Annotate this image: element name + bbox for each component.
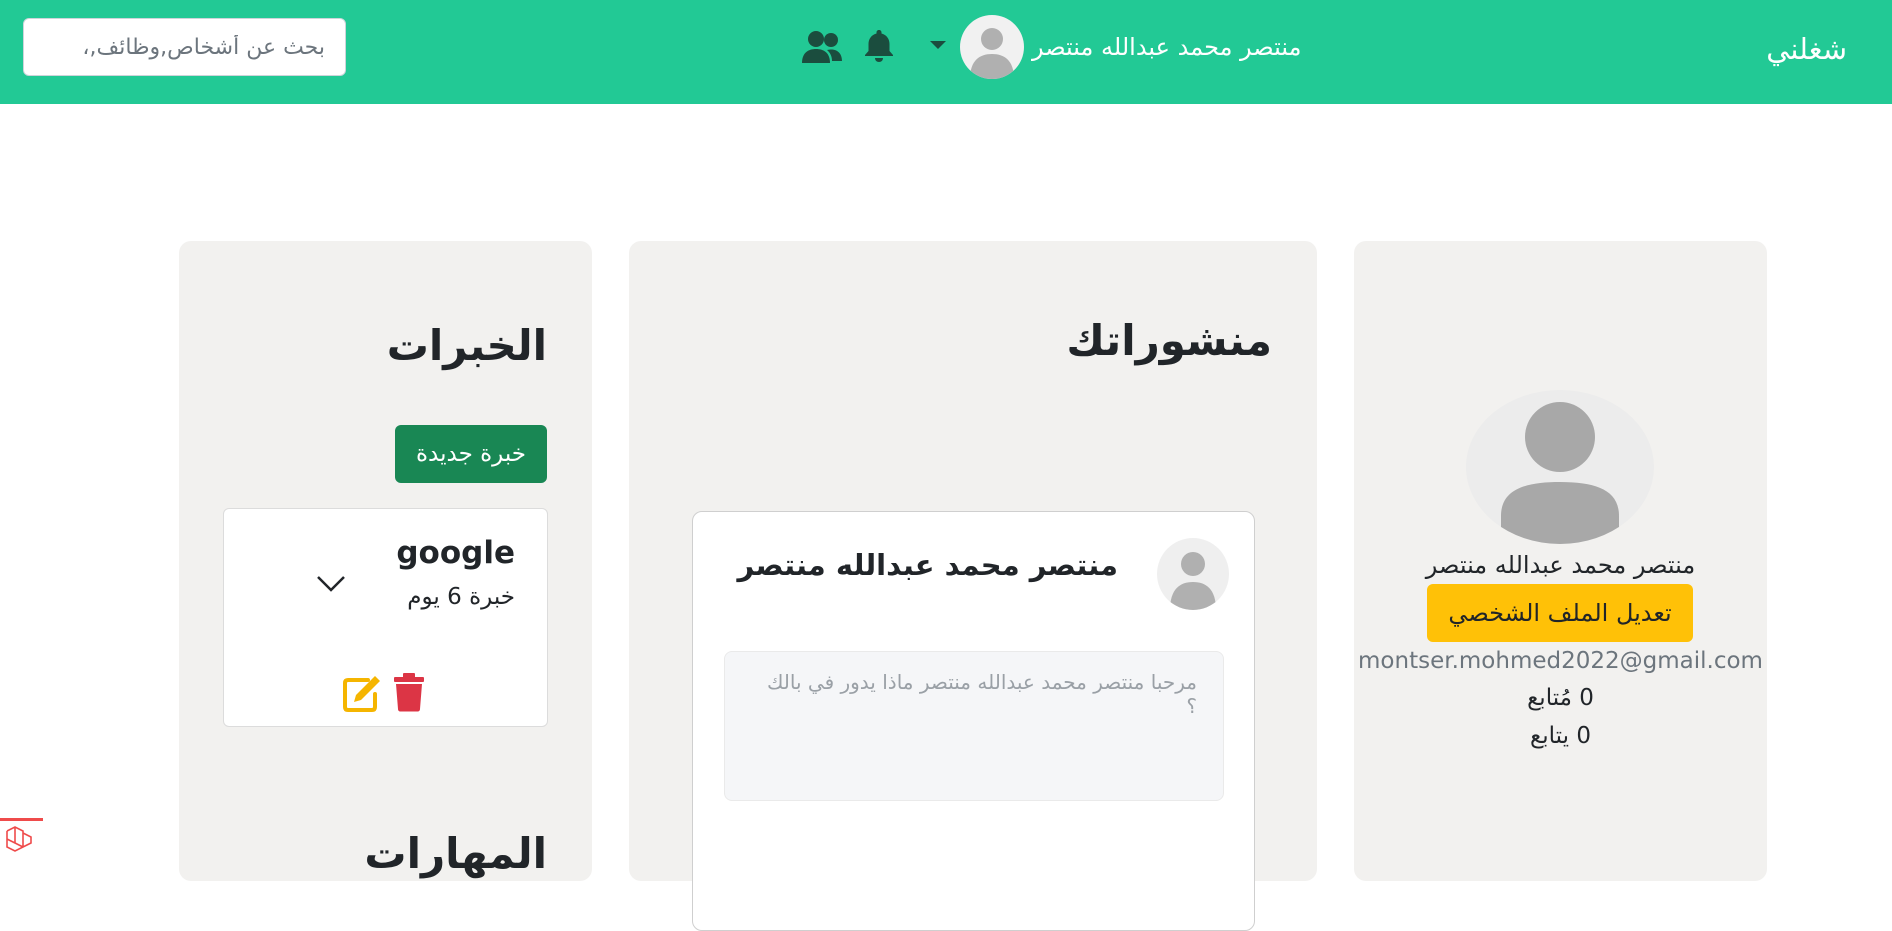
brand-logo[interactable]: شغلني bbox=[1766, 32, 1847, 66]
experience-company: google bbox=[396, 535, 515, 571]
bell-icon[interactable] bbox=[864, 28, 894, 66]
profile-panel: منتصر محمد عبدالله منتصر تعديل الملف الش… bbox=[1354, 241, 1767, 881]
posts-panel: منشوراتك منتصر محمد عبدالله منتصر bbox=[629, 241, 1317, 931]
trash-icon[interactable] bbox=[392, 672, 426, 716]
experiences-title: الخبرات bbox=[386, 321, 547, 370]
avatar[interactable] bbox=[960, 15, 1024, 79]
caret-down-icon[interactable] bbox=[930, 41, 946, 49]
people-icon[interactable] bbox=[802, 30, 842, 68]
laravel-logo-icon bbox=[6, 826, 32, 852]
nav-user-name[interactable]: منتصر محمد عبدالله منتصر bbox=[1032, 33, 1301, 61]
edit-profile-button[interactable]: تعديل الملف الشخصي bbox=[1427, 584, 1693, 642]
experience-duration: خبرة 6 يوم bbox=[407, 584, 515, 610]
followers-count[interactable]: 0 مُتابع bbox=[1354, 685, 1767, 711]
profile-name: منتصر محمد عبدالله منتصر bbox=[1425, 551, 1696, 579]
composer-user-name: منتصر محمد عبدالله منتصر bbox=[737, 548, 1118, 582]
new-experience-button[interactable]: خبرة جديدة bbox=[395, 425, 547, 483]
user-silhouette-icon bbox=[1170, 552, 1216, 610]
experiences-panel: الخبرات خبرة جديدة google خبرة 6 يوم الم… bbox=[179, 241, 592, 881]
post-composer: منتصر محمد عبدالله منتصر bbox=[692, 511, 1255, 931]
debug-toolbar-toggle[interactable] bbox=[0, 818, 43, 857]
search-input[interactable] bbox=[23, 18, 346, 76]
user-menu[interactable]: منتصر محمد عبدالله منتصر bbox=[930, 15, 1301, 79]
experience-card: google خبرة 6 يوم bbox=[223, 508, 548, 727]
post-textarea[interactable] bbox=[724, 651, 1224, 801]
edit-icon[interactable] bbox=[342, 674, 382, 716]
following-count[interactable]: 0 يتابع bbox=[1354, 723, 1767, 749]
user-silhouette-icon bbox=[970, 28, 1014, 79]
top-navbar: شغلني منتصر محمد عبدالله منتصر bbox=[0, 0, 1892, 104]
chevron-down-icon[interactable] bbox=[316, 575, 346, 597]
profile-email: montser.mohmed2022@gmail.com bbox=[1358, 648, 1763, 674]
skills-title: المهارات bbox=[364, 829, 547, 878]
avatar bbox=[1157, 538, 1229, 610]
posts-title: منشوراتك bbox=[1066, 316, 1272, 365]
avatar bbox=[1466, 390, 1654, 544]
user-silhouette-icon bbox=[1501, 402, 1619, 544]
